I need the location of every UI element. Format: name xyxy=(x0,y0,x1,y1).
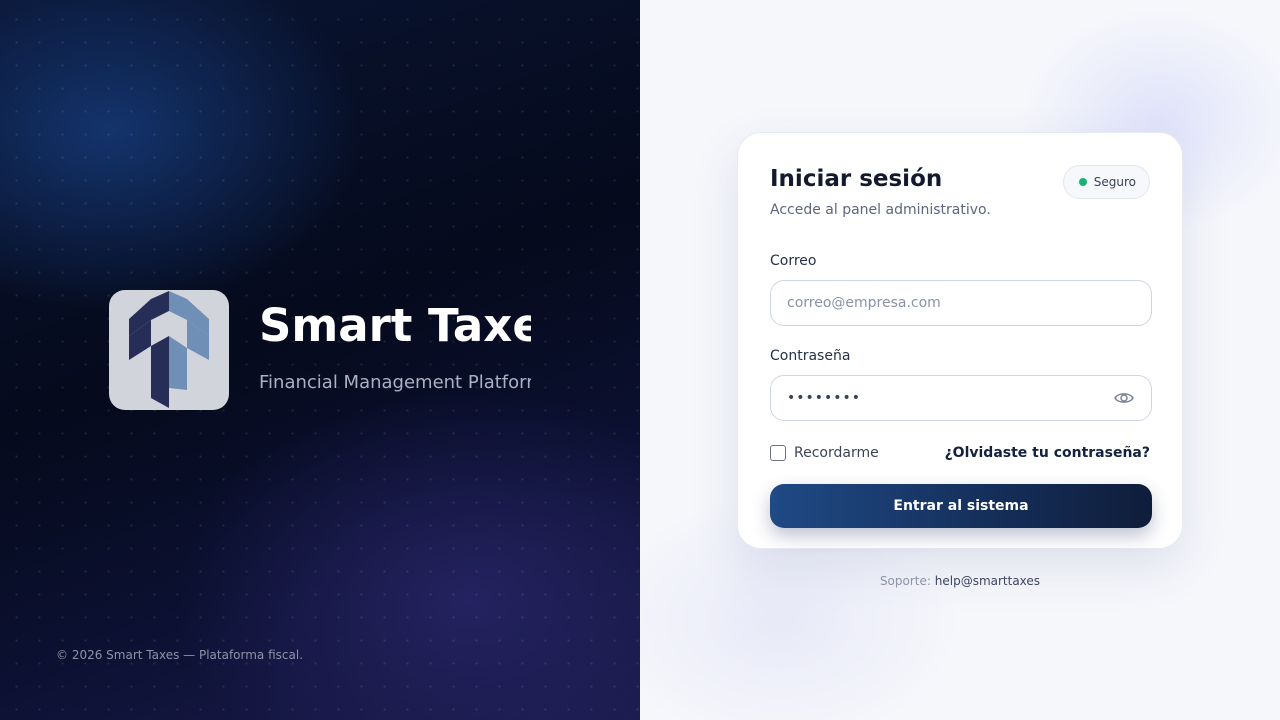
copyright-text: © 2026 Smart Taxes — Plataforma fiscal. xyxy=(56,648,304,662)
password-group: Contraseña xyxy=(770,348,1152,421)
submit-button[interactable]: Entrar al sistema xyxy=(770,484,1152,528)
secure-badge-label: Seguro xyxy=(1093,175,1136,189)
email-field-wrap xyxy=(770,280,1152,326)
brand-text: Smart Taxe Financial Management Platforr xyxy=(259,307,531,393)
secure-badge: Seguro xyxy=(1062,165,1150,199)
remember-checkbox[interactable] xyxy=(770,445,786,461)
status-dot-icon xyxy=(1078,178,1087,186)
password-label: Contraseña xyxy=(770,348,851,364)
remember-label: Recordarme xyxy=(794,445,879,461)
login-header: Iniciar sesión Accede al panel administr… xyxy=(770,165,1150,253)
brand-panel: Smart Taxe Financial Management Platforr… xyxy=(0,0,640,720)
logo xyxy=(109,290,229,410)
login-subtitle: Accede al panel administrativo. xyxy=(770,202,991,218)
email-label: Correo xyxy=(770,253,817,269)
brand-title: Smart Taxe xyxy=(259,307,531,352)
email-input[interactable] xyxy=(770,280,1152,326)
smart-taxes-logo-icon xyxy=(129,291,209,408)
password-input[interactable] xyxy=(770,375,1152,421)
brand-block: Smart Taxe Financial Management Platforr xyxy=(109,290,531,410)
brand-subtitle: Financial Management Platforr xyxy=(259,372,531,393)
remember-me[interactable]: Recordarme xyxy=(770,445,879,461)
login-title: Iniciar sesión xyxy=(770,166,943,192)
support-label: Soporte: xyxy=(879,574,931,588)
support-email[interactable]: help@smarttaxes xyxy=(935,574,1040,588)
options-row: Recordarme ¿Olvidaste tu contraseña? xyxy=(770,443,1150,463)
support-info: Soporte: help@smarttaxes xyxy=(640,574,1280,588)
eye-icon[interactable] xyxy=(1114,389,1134,407)
forgot-password-link[interactable]: ¿Olvidaste tu contraseña? xyxy=(945,445,1150,461)
login-panel: Iniciar sesión Accede al panel administr… xyxy=(640,0,1280,720)
login-card: Iniciar sesión Accede al panel administr… xyxy=(737,132,1183,549)
password-field-wrap xyxy=(770,375,1152,421)
